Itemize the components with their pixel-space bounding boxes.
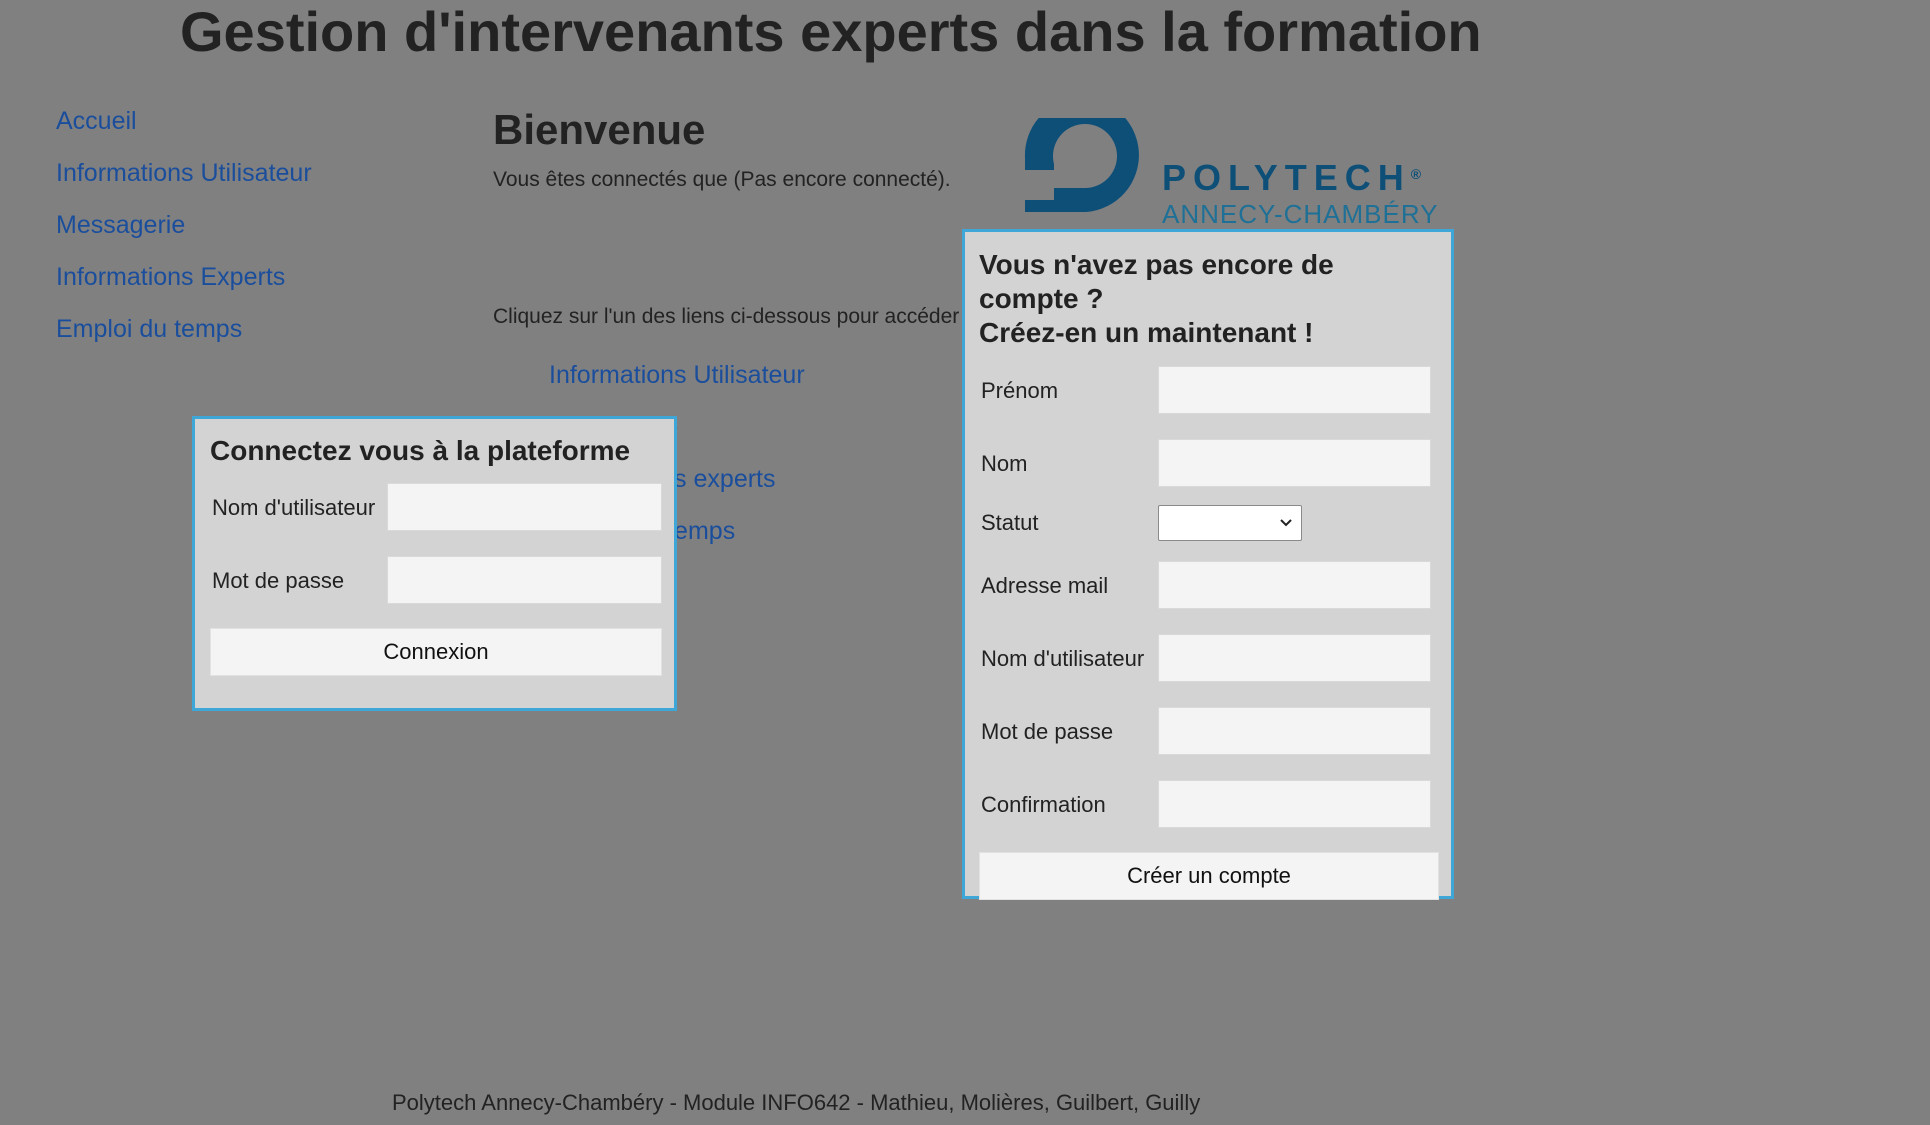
logo-name-text: POLYTECH [1162, 157, 1411, 198]
main-content: Bienvenue Vous êtes connectés que (Pas e… [493, 100, 1053, 545]
register-status-select[interactable] [1158, 505, 1302, 541]
register-confirm-label: Confirmation [981, 792, 1106, 817]
register-firstname-label: Prénom [981, 378, 1059, 403]
login-username-label: Nom d'utilisateur [212, 495, 376, 520]
nav-link-informations-experts[interactable]: Informations Experts [56, 260, 386, 312]
page: Gestion d'intervenants experts dans la f… [0, 0, 1930, 1125]
polytech-logo: POLYTECH® ANNECY-CHAMBÉRY [1020, 118, 1450, 228]
register-email-row: Adresse mail [979, 561, 1437, 634]
register-lastname-label: Nom [981, 451, 1028, 476]
nav-link-messagerie[interactable]: Messagerie [56, 208, 386, 260]
login-password-label: Mot de passe [212, 568, 345, 593]
register-fields: Prénom Nom Statut Adresse mail Nom d'uti… [979, 366, 1437, 853]
content-link-informations-utilisateur[interactable]: Informations Utilisateur [549, 358, 805, 410]
register-username-label: Nom d'utilisateur [981, 646, 1145, 671]
chevron-down-icon [1279, 510, 1293, 543]
register-status-label: Statut [981, 510, 1039, 535]
register-email-label: Adresse mail [981, 573, 1109, 598]
links-intro-text: Cliquez sur l'un des liens ci-dessous po… [493, 305, 960, 328]
logo-subtitle: ANNECY-CHAMBÉRY [1162, 199, 1439, 229]
login-panel: Connectez vous à la plateforme Nom d'uti… [192, 416, 677, 711]
nav-link-emploi-du-temps[interactable]: Emploi du temps [56, 312, 386, 364]
register-status-row: Statut [979, 501, 1437, 561]
register-password-input[interactable] [1158, 707, 1431, 755]
register-panel: Vous n'avez pas encore de compte ? Créez… [962, 229, 1454, 900]
polytech-logo-mark-icon [1024, 118, 1139, 212]
register-confirm-input[interactable] [1158, 780, 1431, 828]
nav-link-accueil[interactable]: Accueil [56, 104, 386, 156]
register-email-input[interactable] [1158, 561, 1431, 609]
site-title: Gestion d'intervenants experts dans la f… [180, 0, 1482, 63]
connection-status-text: Vous êtes connectés que (Pas encore conn… [493, 168, 951, 191]
footer-text: Polytech Annecy-Chambéry - Module INFO64… [392, 1090, 1201, 1115]
register-lastname-input[interactable] [1158, 439, 1431, 487]
register-password-label: Mot de passe [981, 719, 1114, 744]
login-title: Connectez vous à la plateforme [210, 435, 631, 466]
login-fields: Nom d'utilisateur Mot de passe [210, 483, 662, 629]
register-confirm-row: Confirmation [979, 780, 1437, 853]
register-title-line1: Vous n'avez pas encore de compte ? [979, 249, 1334, 314]
register-submit-button[interactable]: Créer un compte [979, 852, 1439, 900]
register-firstname-input[interactable] [1158, 366, 1431, 414]
register-lastname-row: Nom [979, 439, 1437, 501]
register-title-line2: Créez-en un maintenant ! [979, 317, 1314, 348]
login-password-row: Mot de passe [210, 556, 662, 629]
page-heading: Bienvenue [493, 106, 706, 153]
logo-registered-mark: ® [1410, 166, 1422, 182]
register-title: Vous n'avez pas encore de compte ? Créez… [979, 248, 1437, 350]
register-password-row: Mot de passe [979, 707, 1437, 780]
register-username-input[interactable] [1158, 634, 1431, 682]
nav-link-informations-utilisateur[interactable]: Informations Utilisateur [56, 156, 386, 208]
register-username-row: Nom d'utilisateur [979, 634, 1437, 707]
login-submit-button[interactable]: Connexion [210, 628, 662, 676]
logo-name: POLYTECH® [1162, 160, 1421, 196]
register-firstname-row: Prénom [979, 366, 1437, 439]
sidebar-nav: Accueil Informations Utilisateur Message… [56, 104, 386, 364]
login-username-input[interactable] [387, 483, 662, 531]
login-username-row: Nom d'utilisateur [210, 483, 662, 556]
login-password-input[interactable] [387, 556, 662, 604]
